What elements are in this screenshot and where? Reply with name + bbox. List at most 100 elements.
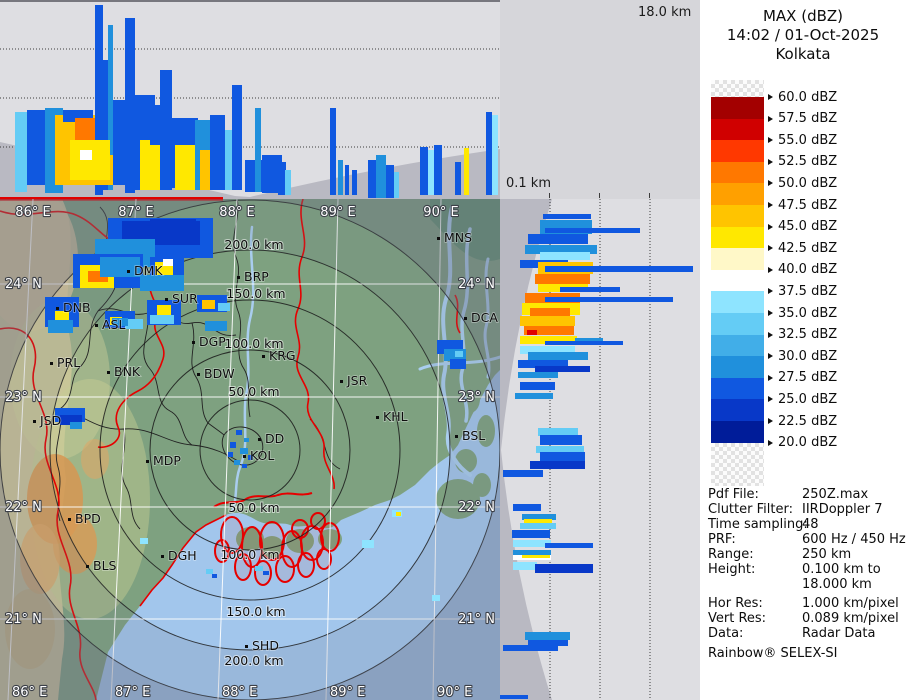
echo-bar xyxy=(560,287,620,292)
echo-bar xyxy=(455,162,461,195)
range-ring-label: 150.0 km xyxy=(226,286,285,301)
city-label: JSR xyxy=(346,373,368,388)
city-label: BPD xyxy=(75,511,101,526)
legend-band xyxy=(711,226,764,249)
info-value: 250Z.max xyxy=(802,487,869,502)
echo-bar xyxy=(540,452,585,461)
product-timestamp: 14:02 / 01-Oct-2025 xyxy=(726,26,880,44)
echo-bar xyxy=(486,112,492,195)
info-value: 18.000 km xyxy=(802,577,872,592)
radar-cell xyxy=(140,538,148,544)
legend-row: 52.5 dBZ xyxy=(768,154,837,170)
legend-value: 45.0 dBZ xyxy=(778,219,838,235)
latitude-label: 21° N xyxy=(5,612,42,627)
info-label: Data: xyxy=(708,626,744,641)
legend-panel: MAX (dBZ) 14:02 / 01-Oct-2025 Kolkata 60… xyxy=(700,0,906,700)
city-marker xyxy=(376,416,379,419)
longitude-label: 89° E xyxy=(320,205,355,220)
top-profile-plot xyxy=(0,0,500,199)
legend-row: 32.5 dBZ xyxy=(768,327,837,343)
legend-value: 32.5 dBZ xyxy=(778,327,838,343)
level-arrow-icon xyxy=(768,94,773,100)
level-arrow-icon xyxy=(768,158,773,165)
longitude-label: 86° E xyxy=(15,205,50,220)
city-marker xyxy=(50,362,53,365)
radar-cell xyxy=(150,219,196,233)
legend-value: 42.5 dBZ xyxy=(778,240,838,256)
side-height-profile-panel xyxy=(500,199,700,700)
info-value: 250 km xyxy=(802,547,852,562)
echo-bar xyxy=(525,632,570,640)
range-ring-label: 50.0 km xyxy=(228,500,279,515)
echo-bar xyxy=(345,165,349,195)
info-label: Time sampling: xyxy=(708,517,808,532)
city-marker xyxy=(237,276,240,279)
echo-bar xyxy=(515,393,553,399)
radar-cell xyxy=(240,448,248,454)
echo-bar xyxy=(376,155,386,198)
echo-bar xyxy=(520,523,556,529)
radar-cell xyxy=(362,540,374,548)
echo-bar xyxy=(545,543,593,548)
echo-bar xyxy=(513,550,551,555)
longitude-label: 90° E xyxy=(423,205,458,220)
city-marker xyxy=(437,237,440,240)
longitude-label: 87° E xyxy=(115,685,150,700)
legend-band xyxy=(711,183,764,205)
range-ring-label: 50.0 km xyxy=(228,384,279,399)
echo-bar xyxy=(528,234,588,244)
legend-band-transparent xyxy=(711,442,764,486)
city-marker xyxy=(33,420,36,423)
echo-bar xyxy=(545,341,623,345)
info-label: Vert Res: xyxy=(708,611,767,626)
echo-bar xyxy=(520,382,555,390)
color-scale-bar xyxy=(711,80,764,486)
longitude-label: 86° E xyxy=(12,685,47,700)
city-marker xyxy=(86,565,89,568)
radar-cell xyxy=(212,574,217,578)
echo-bar xyxy=(545,228,640,233)
top-profile-max-height-label: 18.0 km xyxy=(638,5,692,20)
legend-row: 42.5 dBZ xyxy=(768,240,837,256)
legend-row: 25.0 dBZ xyxy=(768,391,837,407)
radar-cell xyxy=(432,595,440,601)
legend-value: 30.0 dBZ xyxy=(778,348,838,364)
echo-bar xyxy=(330,108,336,195)
radar-cell xyxy=(228,452,233,457)
legend-row: 22.5 dBZ xyxy=(768,413,837,429)
legend-row: 50.0 dBZ xyxy=(768,175,837,191)
echo-bar xyxy=(80,150,92,160)
latitude-label: 22° N xyxy=(458,500,495,515)
legend-value: 27.5 dBZ xyxy=(778,370,838,386)
city-label: BRP xyxy=(244,269,269,284)
city-marker xyxy=(192,341,195,344)
level-arrow-icon xyxy=(768,288,773,295)
city-label: DD xyxy=(265,431,284,446)
city-marker xyxy=(165,298,168,301)
radar-cell xyxy=(163,259,173,266)
radar-cell xyxy=(206,569,213,574)
range-ring-label: 100.0 km xyxy=(220,547,279,562)
level-arrow-icon xyxy=(768,331,773,338)
latitude-label: 21° N xyxy=(458,612,495,627)
echo-bar xyxy=(535,366,590,372)
info-value: 0.089 km/pixel xyxy=(802,611,899,626)
legend-row: 20.0 dBZ xyxy=(768,435,837,451)
legend-value: 50.0 dBZ xyxy=(778,175,838,191)
city-label: SHD xyxy=(252,638,279,653)
echo-bar xyxy=(278,162,286,195)
level-arrow-icon xyxy=(768,418,773,424)
legend-value: 20.0 dBZ xyxy=(778,435,838,451)
echo-bar xyxy=(255,108,261,192)
legend-band xyxy=(711,118,764,141)
legend-band xyxy=(711,269,764,292)
legend-band xyxy=(711,356,764,378)
echo-bar xyxy=(140,140,162,190)
latitude-label: 24° N xyxy=(458,277,495,292)
echo-bar xyxy=(520,316,575,326)
echo-bar xyxy=(15,112,27,192)
city-label: MDP xyxy=(153,453,181,468)
legend-row: 40.0 dBZ xyxy=(768,262,837,278)
info-value: IIRDoppler 7 xyxy=(802,502,883,517)
legend-band xyxy=(711,334,764,357)
